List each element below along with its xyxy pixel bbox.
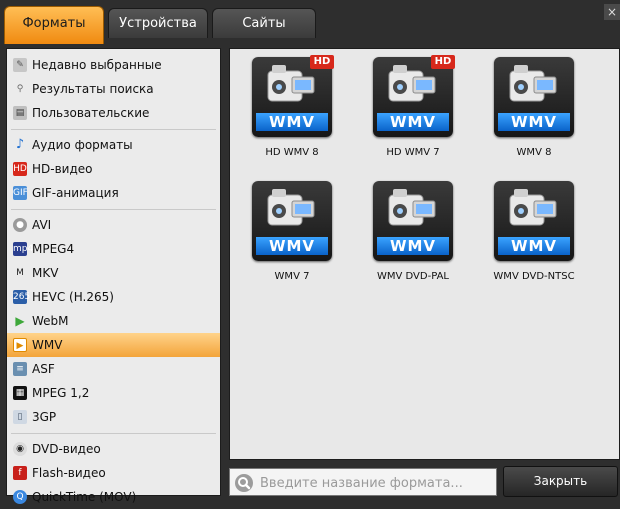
sidebar-item-label: Результаты поиска: [32, 82, 154, 96]
hevc-icon: 265: [13, 290, 31, 304]
format-search-box: [229, 468, 497, 496]
gif-icon: GIF: [13, 186, 28, 200]
search-results-icon: ⚲: [16, 84, 24, 94]
wmv-icon: ▶: [13, 338, 27, 352]
format-badge: WMV: [498, 237, 570, 255]
close-button[interactable]: Закрыть: [503, 466, 618, 497]
format-tile[interactable]: WMV WMV 8: [474, 51, 594, 161]
sidebar-item-audio-note[interactable]: ♪ Аудио форматы: [7, 133, 220, 157]
sidebar-divider: [11, 125, 216, 130]
format-grid: WMV HD HD WMV 8 WMV HD HD WMV 7 WMV WMV 8 WMV WMV…: [229, 48, 620, 460]
video-camera-icon: WMV: [373, 181, 453, 261]
format-category-sidebar: ✎ Недавно выбранные ⚲ Результаты поиска ▤ Пол…: [6, 48, 221, 504]
sidebar-item-dvd[interactable]: ◉ DVD-видео: [7, 437, 220, 461]
recent-icon: ✎: [13, 58, 27, 72]
format-tile[interactable]: WMV HD HD WMV 7: [353, 51, 473, 161]
format-label: HD WMV 8: [265, 147, 319, 158]
sidebar-item-avi[interactable]: ● AVI: [7, 213, 220, 237]
mp4-icon: mp4: [13, 242, 34, 256]
format-label: WMV DVD-NTSC: [493, 271, 575, 282]
video-camera-icon: WMV HD: [252, 55, 334, 137]
sidebar-item-label: MPEG 1,2: [32, 386, 90, 400]
dvd-icon: ◉: [13, 442, 27, 456]
sidebar-item-label: ASF: [32, 362, 55, 376]
sidebar-item-label: MKV: [32, 266, 59, 280]
sidebar-item-label: Flash-видео: [32, 466, 106, 480]
sidebar-item-hd[interactable]: HD HD-видео: [7, 157, 220, 181]
phone-icon: ▯: [13, 410, 27, 424]
hd-badge: HD: [310, 55, 334, 69]
sidebar-item-label: WebM: [32, 314, 69, 328]
sidebar-item-label: Недавно выбранные: [32, 58, 162, 72]
hd-badge: HD: [431, 55, 455, 69]
sidebar-item-label: GIF-анимация: [32, 186, 119, 200]
sidebar-item-mkv[interactable]: M MKV: [7, 261, 220, 285]
avi-icon: ●: [13, 218, 27, 232]
sidebar-item-label: Аудио форматы: [32, 138, 133, 152]
mkv-icon: M: [16, 268, 24, 278]
format-tile[interactable]: WMV HD HD WMV 8: [232, 51, 352, 161]
sidebar-item-mp4[interactable]: mp4 MPEG4: [7, 237, 220, 261]
mpeg-icon: ▦: [13, 386, 27, 400]
format-badge: WMV: [256, 237, 328, 255]
sidebar-item-quicktime[interactable]: Q QuickTime (MOV): [7, 485, 220, 509]
format-label: WMV 7: [274, 271, 310, 282]
format-badge: WMV: [377, 113, 449, 131]
sidebar-item-flash[interactable]: f Flash-видео: [7, 461, 220, 485]
format-tile[interactable]: WMV WMV 7: [232, 175, 352, 285]
sidebar-item-phone[interactable]: ▯ 3GP: [7, 405, 220, 429]
sidebar-item-label: DVD-видео: [32, 442, 101, 456]
format-badge: WMV: [498, 113, 570, 131]
format-tile[interactable]: WMV WMV DVD-PAL: [353, 175, 473, 285]
video-camera-icon: WMV: [494, 181, 574, 261]
tab-devices[interactable]: Устройства: [108, 8, 208, 38]
sidebar-item-label: HEVC (H.265): [32, 290, 114, 304]
sidebar-item-hevc[interactable]: 265 HEVC (H.265): [7, 285, 220, 309]
video-camera-icon: WMV: [252, 181, 332, 261]
webm-play-icon: ▶: [15, 314, 25, 328]
sidebar-item-label: Пользовательские: [32, 106, 150, 120]
hd-icon: HD: [13, 162, 27, 176]
sidebar-item-label: 3GP: [32, 410, 57, 424]
flash-icon: f: [13, 466, 27, 480]
tab-formats[interactable]: Форматы: [4, 6, 104, 44]
window-close-icon[interactable]: ×: [604, 4, 620, 20]
sidebar-divider: [11, 205, 216, 210]
user-presets-icon: ▤: [13, 106, 27, 120]
search-icon: [235, 474, 253, 492]
tab-sites[interactable]: Сайты: [212, 8, 316, 38]
sidebar-item-mpeg[interactable]: ▦ MPEG 1,2: [7, 381, 220, 405]
format-badge: WMV: [377, 237, 449, 255]
sidebar-item-search-results[interactable]: ⚲ Результаты поиска: [7, 77, 220, 101]
sidebar-item-label: QuickTime (MOV): [32, 490, 137, 504]
video-camera-icon: WMV HD: [373, 55, 455, 137]
sidebar-divider: [11, 429, 216, 434]
sidebar-item-label: AVI: [32, 218, 52, 232]
sidebar-item-label: MPEG4: [32, 242, 75, 256]
format-label: WMV DVD-PAL: [376, 271, 449, 282]
sidebar-item-webm-play[interactable]: ▶ WebM: [7, 309, 220, 333]
video-camera-icon: WMV: [494, 57, 574, 137]
quicktime-icon: Q: [13, 490, 27, 504]
format-tabs: Форматы Устройства Сайты ×: [0, 0, 620, 44]
sidebar-item-wmv[interactable]: ▶ WMV: [7, 333, 220, 357]
sidebar-item-user-presets[interactable]: ▤ Пользовательские: [7, 101, 220, 125]
audio-note-icon: ♪: [15, 137, 25, 152]
sidebar-item-label: WMV: [32, 338, 63, 352]
sidebar-item-gif[interactable]: GIF GIF-анимация: [7, 181, 220, 205]
sidebar-item-asf[interactable]: ≡ ASF: [7, 357, 220, 381]
format-search-input[interactable]: [258, 472, 496, 494]
format-badge: WMV: [256, 113, 328, 131]
sidebar-item-recent[interactable]: ✎ Недавно выбранные: [7, 53, 220, 77]
sidebar-item-label: HD-видео: [32, 162, 93, 176]
format-label: HD WMV 7: [386, 147, 440, 158]
format-tile[interactable]: WMV WMV DVD-NTSC: [474, 175, 594, 285]
asf-icon: ≡: [13, 362, 27, 376]
format-label: WMV 8: [516, 147, 552, 158]
